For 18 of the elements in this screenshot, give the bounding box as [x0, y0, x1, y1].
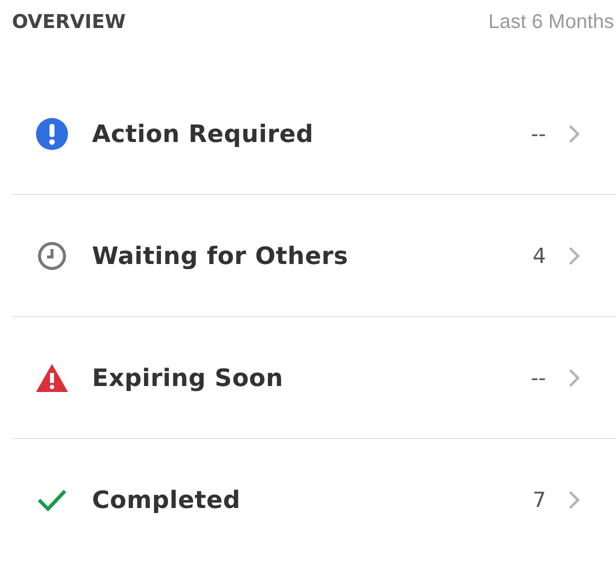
item-count: 4: [532, 244, 546, 268]
overview-title: OVERVIEW: [12, 11, 126, 33]
clock-icon: [37, 240, 67, 270]
item-label: Expiring Soon: [92, 364, 284, 392]
chevron-icon[interactable]: [568, 124, 580, 144]
period-label[interactable]: Last 6 Months: [488, 10, 614, 34]
chevron-icon[interactable]: [568, 368, 580, 388]
warning-icon: [35, 362, 69, 392]
exclamation-icon: [36, 118, 68, 150]
item-count: 7: [532, 488, 546, 512]
checkmark-icon: [37, 488, 67, 512]
item-count: --: [530, 122, 546, 146]
item-label: Completed: [92, 486, 242, 514]
item-label: Action Required: [92, 120, 314, 148]
chevron-icon[interactable]: [568, 490, 580, 510]
chevron-icon[interactable]: [568, 246, 580, 266]
item-label: Waiting for Others: [92, 242, 350, 270]
item-count: --: [530, 366, 546, 390]
